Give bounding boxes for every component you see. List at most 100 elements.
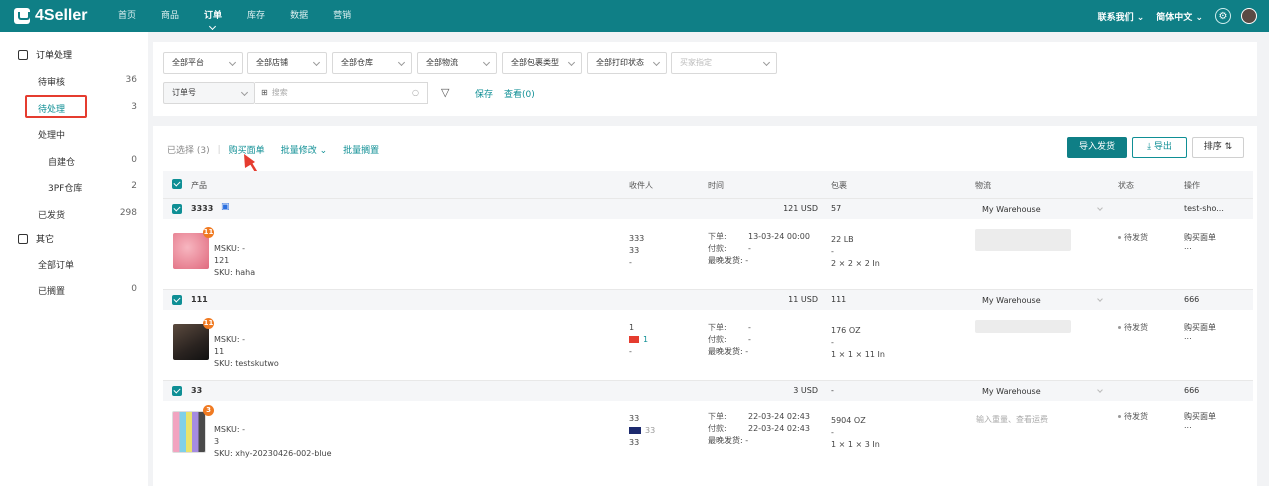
package-id: 57 xyxy=(831,204,842,213)
sidebar-item-pending-review[interactable]: 待审核 36 xyxy=(38,75,148,88)
nav-home[interactable]: 首页 xyxy=(118,0,136,32)
logistics-dropdown[interactable]: 全部物流 xyxy=(417,52,497,74)
column-header: 操作 xyxy=(1184,181,1200,190)
package-type-dropdown[interactable]: 全部包裹类型 xyxy=(502,52,582,74)
dropdown-value: 全部物流 xyxy=(426,58,458,67)
order-list-panel: 已选择 (3) | 购买面单 批量修改 ⌄ 批量搁置 导入发货 ⤓ 导出 排序 … xyxy=(153,126,1257,486)
settings-icon[interactable]: ⚙ xyxy=(1215,8,1231,24)
select-all-checkbox[interactable] xyxy=(172,179,182,189)
search-icon[interactable]: ○ xyxy=(412,83,419,103)
sidebar-item-count: 3 xyxy=(131,102,137,112)
recipient-name: 1 xyxy=(629,323,635,332)
order-amount: 3 USD xyxy=(793,386,818,395)
import-shipment-button[interactable]: 导入发货 xyxy=(1067,137,1127,158)
sidebar-item-label: 处理中 xyxy=(38,131,66,141)
status-badge: 待发货 xyxy=(1118,322,1148,334)
product-image[interactable] xyxy=(172,411,206,453)
chevron-down-icon xyxy=(397,58,406,67)
sidebar-item-label: 自建仓 xyxy=(48,158,76,168)
more-actions-button[interactable]: ... xyxy=(1184,331,1192,343)
nav-inventory[interactable]: 库存 xyxy=(247,0,265,32)
row-checkbox[interactable] xyxy=(172,204,182,214)
search-input[interactable]: ⊞ 搜索 ○ xyxy=(255,82,428,104)
status-label: 待发货 xyxy=(1124,412,1148,421)
sidebar-item-all-orders[interactable]: 全部订单 xyxy=(38,258,148,271)
package-dash: - xyxy=(831,428,834,437)
dropdown-value: 全部打印状态 xyxy=(596,58,644,67)
clipboard-icon xyxy=(18,49,28,60)
logistics-hint[interactable]: 输入重量、查看运费 xyxy=(976,414,1048,426)
top-right-menu: 联系我们 ⌄ 简体中文 ⌄ ⚙ xyxy=(1086,0,1257,32)
batch-hold-link[interactable]: 批量搁置 xyxy=(343,143,379,156)
chevron-down-icon: ⌄ xyxy=(1195,12,1203,23)
op-header: test-sho... xyxy=(1184,204,1224,213)
clipboard-icon xyxy=(18,233,28,244)
row-checkbox[interactable] xyxy=(172,295,182,305)
logo[interactable]: 4Seller xyxy=(14,7,87,25)
nav-data[interactable]: 数据 xyxy=(290,0,308,32)
nav-products[interactable]: 商品 xyxy=(161,0,179,32)
dropdown-value: 全部包裹类型 xyxy=(511,58,559,67)
nav-orders-label: 订单 xyxy=(204,11,223,21)
row-checkbox[interactable] xyxy=(172,386,182,396)
warehouse-select[interactable]: My Warehouse xyxy=(982,199,1106,220)
avatar[interactable] xyxy=(1241,8,1257,24)
sidebar-item-3pf-warehouse[interactable]: 3PF仓库 2 xyxy=(48,181,148,194)
time-value: - xyxy=(745,347,749,356)
contact-us-menu[interactable]: 联系我们 ⌄ xyxy=(1098,10,1145,23)
export-button[interactable]: ⤓ 导出 xyxy=(1132,137,1187,158)
more-actions-button[interactable]: ... xyxy=(1184,241,1192,253)
msku: MSKU: - xyxy=(214,244,245,253)
sidebar-item-count: 0 xyxy=(131,155,137,165)
platform-dropdown[interactable]: 全部平台 xyxy=(163,52,243,74)
sku: SKU: xhy-20230426-002-blue xyxy=(214,449,332,458)
recipient-extra: 33 xyxy=(629,438,640,447)
export-label: 导出 xyxy=(1153,142,1172,152)
time-value: 13-03-24 00:00 xyxy=(748,232,810,241)
table-row: 11 MSKU: - 11 SKU: testskutwo 1 1 - 下单: -… xyxy=(163,310,1253,380)
product-image[interactable] xyxy=(173,324,209,360)
divider: | xyxy=(217,144,221,155)
quantity-badge: 11 xyxy=(203,227,214,238)
table-header: 产品 收件人 时间 包裹 物流 状态 操作 xyxy=(163,171,1253,198)
sidebar-item-shipped[interactable]: 已发货 298 xyxy=(38,208,148,221)
recipient-extra: - xyxy=(629,258,632,267)
top-nav: 首页 商品 订单 库存 数据 营销 xyxy=(118,0,376,32)
nav-marketing[interactable]: 营销 xyxy=(333,0,351,32)
quantity-badge: 3 xyxy=(203,405,214,416)
chevron-down-icon xyxy=(312,58,321,67)
sidebar-item-on-hold[interactable]: 已搁置 0 xyxy=(38,284,148,297)
download-icon: ⤓ xyxy=(1147,142,1152,152)
status-label: 待发货 xyxy=(1124,233,1148,242)
sidebar-item-processing[interactable]: 处理中 xyxy=(38,128,148,141)
warehouse-select[interactable]: My Warehouse xyxy=(982,290,1106,311)
warehouse-dropdown[interactable]: 全部仓库 xyxy=(332,52,412,74)
nav-orders[interactable]: 订单 xyxy=(204,0,222,32)
warehouse-select[interactable]: My Warehouse xyxy=(982,381,1106,402)
sort-button[interactable]: 排序 ⇅ xyxy=(1192,137,1244,158)
product-image[interactable] xyxy=(173,233,209,269)
pay-time: 付款: - xyxy=(708,243,751,255)
chevron-down-icon xyxy=(228,58,237,67)
package-weight: 5904 OZ xyxy=(831,416,866,425)
print-status-dropdown[interactable]: 全部打印状态 xyxy=(587,52,667,74)
dropdown-value: 全部店铺 xyxy=(256,58,288,67)
view-saved-link[interactable]: 查看(0) xyxy=(504,87,535,100)
language-menu[interactable]: 简体中文 ⌄ xyxy=(1156,10,1203,23)
column-header: 物流 xyxy=(975,181,991,190)
store-dropdown[interactable]: 全部店铺 xyxy=(247,52,327,74)
warehouse-value: My Warehouse xyxy=(982,205,1041,214)
save-filter-link[interactable]: 保存 xyxy=(475,87,493,100)
search-field-select[interactable]: 订单号 xyxy=(163,82,255,104)
bag-logo-icon xyxy=(14,8,30,24)
package-id: 111 xyxy=(831,295,847,304)
buyer-specified-dropdown[interactable]: 买家指定 xyxy=(671,52,777,74)
time-label: 最晚发货: xyxy=(708,256,743,265)
language-label: 简体中文 xyxy=(1156,12,1193,23)
sidebar-item-own-warehouse[interactable]: 自建仓 0 xyxy=(48,155,148,168)
status-label: 待发货 xyxy=(1124,323,1148,332)
order-group-header: 111 11 USD 111 My Warehouse 666 xyxy=(163,289,1253,310)
op-header: 666 xyxy=(1184,386,1200,395)
filter-icon[interactable]: ▽ xyxy=(441,86,449,99)
more-actions-button[interactable]: ... xyxy=(1184,420,1192,432)
